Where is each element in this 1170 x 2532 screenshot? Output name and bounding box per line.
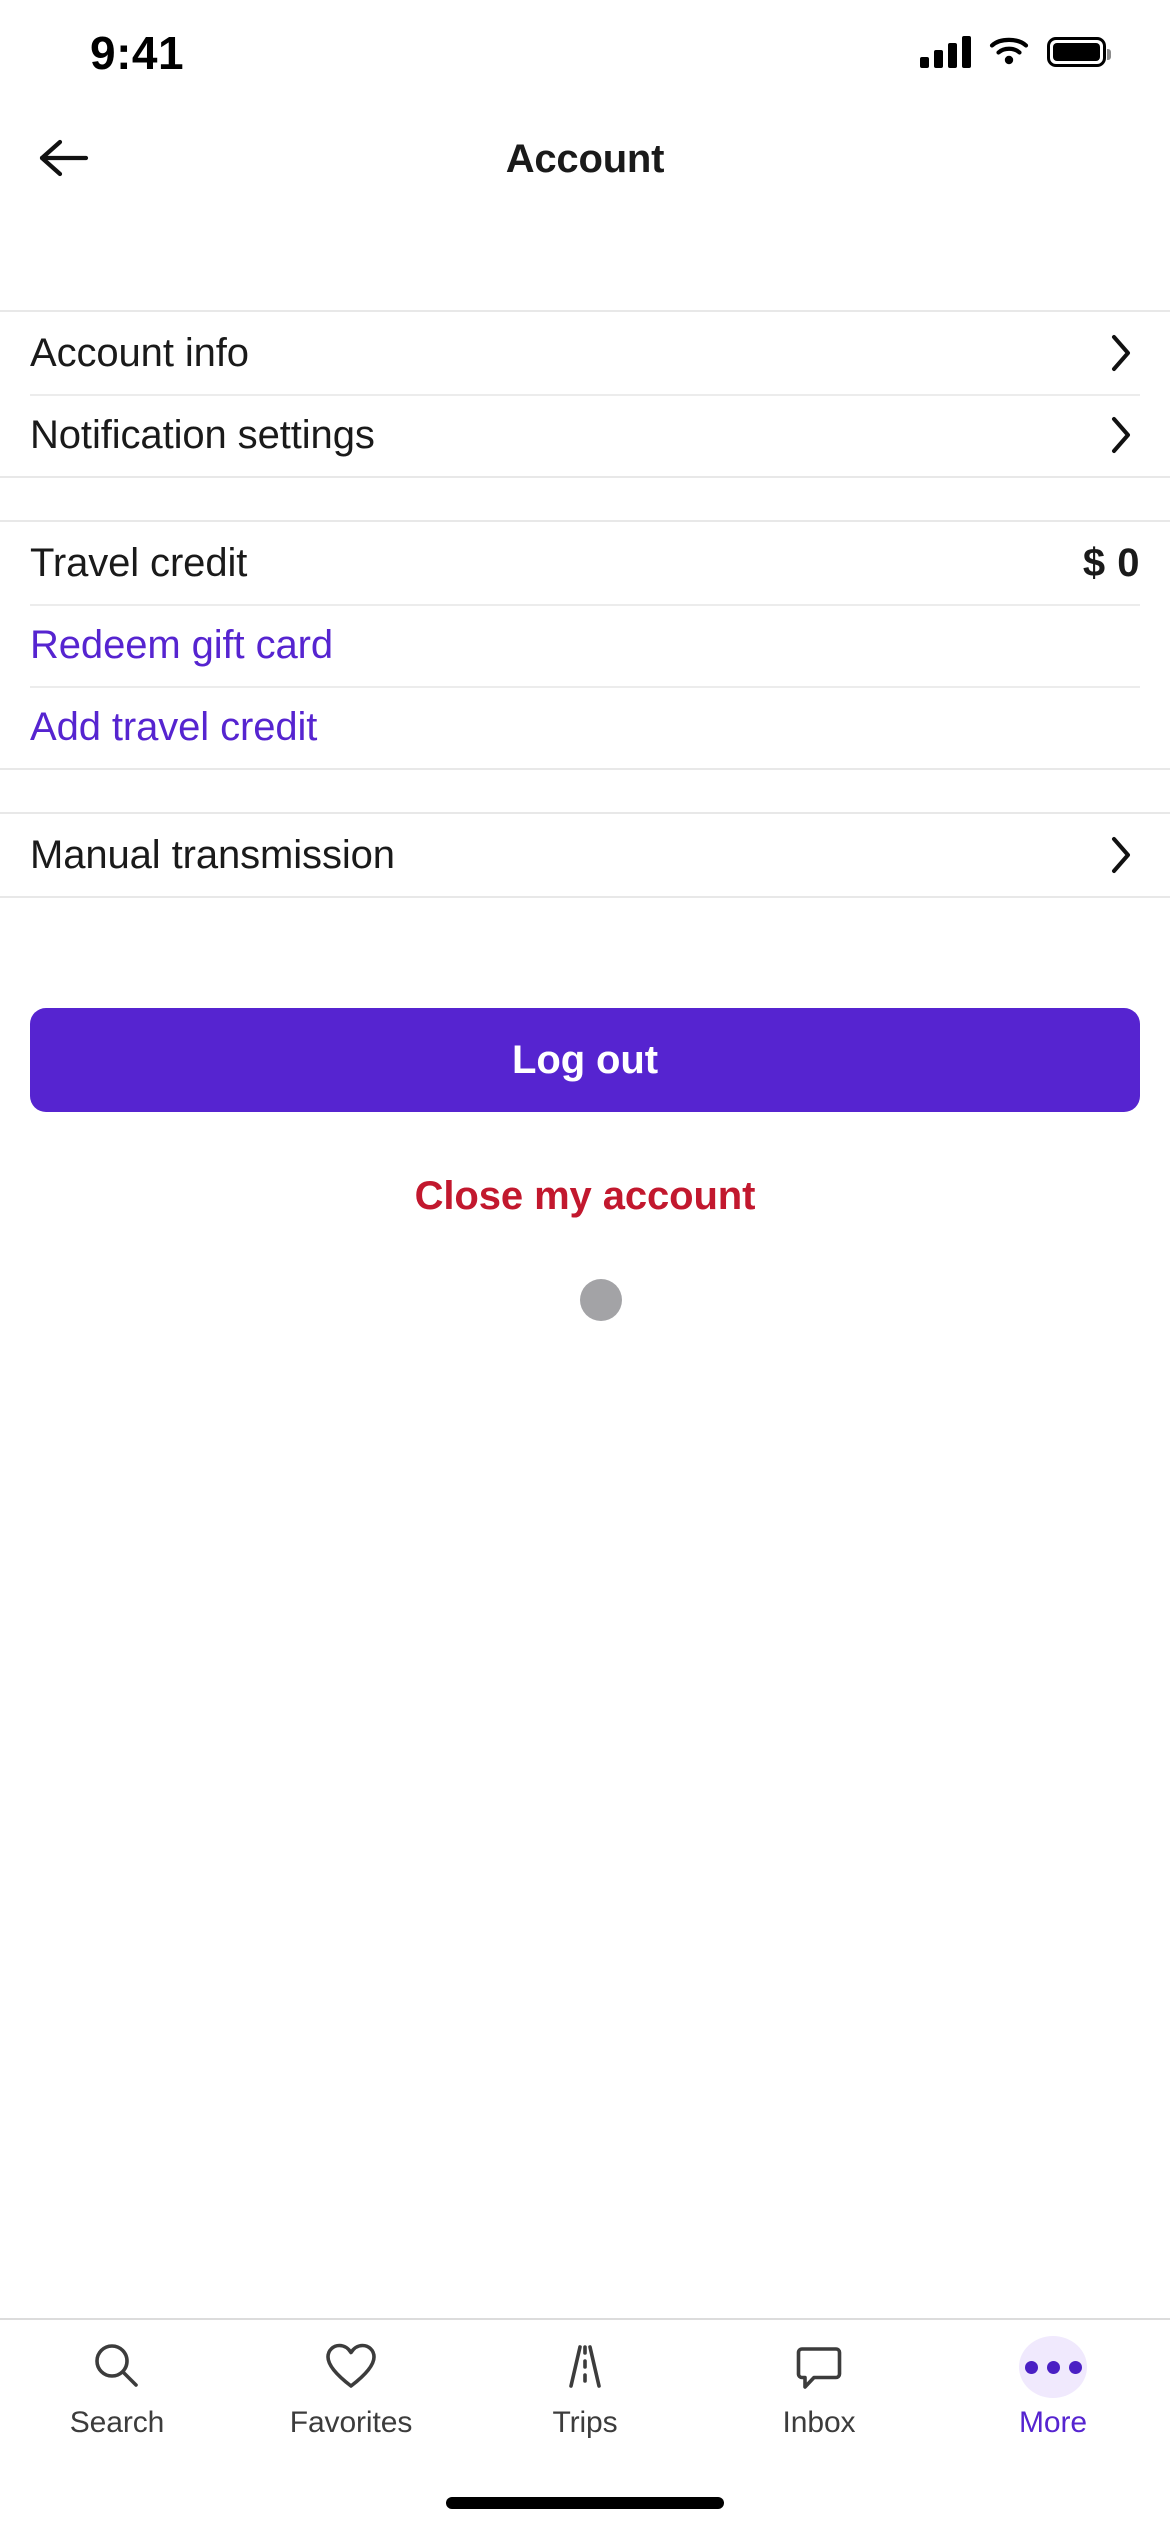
tab-label: More bbox=[1019, 2406, 1087, 2439]
status-bar-time: 9:41 bbox=[90, 27, 185, 79]
chat-bubble-icon bbox=[790, 2336, 848, 2398]
row-label: Account info bbox=[30, 331, 249, 375]
status-bar-icons bbox=[920, 31, 1112, 70]
group-gap-1 bbox=[0, 478, 1170, 520]
content-scroll-area: Account info Notification settings Trave… bbox=[0, 218, 1170, 2318]
arrow-left-icon bbox=[38, 136, 90, 183]
chevron-right-icon bbox=[1108, 331, 1140, 375]
row-label: Add travel credit bbox=[30, 705, 318, 749]
battery-full-icon bbox=[1047, 37, 1111, 67]
road-icon bbox=[556, 2336, 614, 2398]
wifi-icon bbox=[989, 35, 1029, 70]
cellular-signal-icon bbox=[920, 36, 971, 68]
row-label: Manual transmission bbox=[30, 833, 395, 877]
tab-inbox[interactable]: Inbox bbox=[702, 2320, 936, 2470]
settings-group: Account info Notification settings bbox=[0, 310, 1170, 478]
row-redeem-gift-card[interactable]: Redeem gift card bbox=[0, 604, 1170, 686]
preferences-group: Manual transmission bbox=[0, 812, 1170, 898]
top-spacer bbox=[0, 218, 1170, 310]
search-icon bbox=[88, 2336, 146, 2398]
tab-label: Inbox bbox=[782, 2406, 856, 2439]
tab-label: Search bbox=[69, 2406, 165, 2439]
status-bar: 9:41 bbox=[0, 0, 1170, 100]
row-travel-credit[interactable]: Travel credit $ 0 bbox=[0, 522, 1170, 604]
row-label: Redeem gift card bbox=[30, 623, 333, 667]
tab-label: Trips bbox=[552, 2406, 618, 2439]
chevron-right-icon bbox=[1108, 413, 1140, 457]
row-account-info[interactable]: Account info bbox=[0, 312, 1170, 394]
tab-more[interactable]: More bbox=[936, 2320, 1170, 2470]
group-gap-2 bbox=[0, 770, 1170, 812]
row-label: Notification settings bbox=[30, 413, 375, 457]
actions-top-spacer bbox=[0, 898, 1170, 1008]
ellipsis-icon bbox=[1019, 2336, 1087, 2398]
row-add-travel-credit[interactable]: Add travel credit bbox=[0, 686, 1170, 768]
more-active-badge bbox=[1019, 2336, 1087, 2398]
bottom-tab-bar: Search Favorites Trips Inbox More bbox=[0, 2318, 1170, 2470]
account-actions: Log out Close my account bbox=[0, 1008, 1170, 1321]
back-button[interactable] bbox=[28, 123, 100, 195]
row-notification-settings[interactable]: Notification settings bbox=[0, 394, 1170, 476]
tab-label: Favorites bbox=[289, 2406, 413, 2439]
row-label: Travel credit bbox=[30, 541, 248, 585]
row-manual-transmission[interactable]: Manual transmission bbox=[0, 814, 1170, 896]
tab-search[interactable]: Search bbox=[0, 2320, 234, 2470]
tab-trips[interactable]: Trips bbox=[468, 2320, 702, 2470]
close-account-button[interactable]: Close my account bbox=[30, 1174, 1140, 1219]
app-screen: 9:41 Account Account info Notification s… bbox=[0, 0, 1170, 2532]
home-indicator-area bbox=[0, 2470, 1170, 2532]
page-title: Account bbox=[505, 136, 665, 181]
travel-credit-group: Travel credit $ 0 Redeem gift card Add t… bbox=[0, 520, 1170, 770]
loading-dot-indicator bbox=[580, 1279, 622, 1321]
loading-indicator bbox=[30, 1279, 1140, 1321]
heart-icon bbox=[322, 2336, 380, 2398]
tab-favorites[interactable]: Favorites bbox=[234, 2320, 468, 2470]
nav-header: Account bbox=[0, 100, 1170, 218]
logout-button[interactable]: Log out bbox=[30, 1008, 1140, 1112]
travel-credit-amount: $ 0 bbox=[1082, 540, 1140, 585]
home-indicator[interactable] bbox=[446, 2497, 724, 2509]
chevron-right-icon bbox=[1108, 833, 1140, 877]
